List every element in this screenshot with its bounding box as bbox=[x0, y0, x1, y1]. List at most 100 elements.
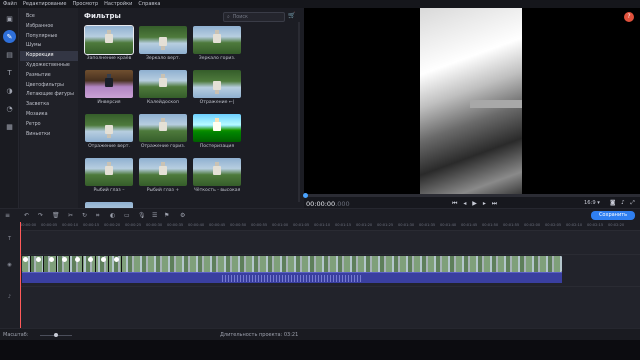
filter-label: Отражение верт. bbox=[88, 144, 130, 149]
filter-label: Чёткость - высокая bbox=[193, 188, 241, 193]
ruler-tick: 00:01:00 bbox=[272, 223, 289, 227]
menu-help[interactable]: Справка bbox=[135, 1, 163, 7]
zoom-label: Масштаб: bbox=[3, 332, 29, 338]
title-track[interactable] bbox=[20, 230, 640, 254]
ruler-tick: 00:00:40 bbox=[188, 223, 205, 227]
timeline-ruler[interactable]: 00:00:00 00:00:05 00:00:10 00:00:15 00:0… bbox=[20, 222, 640, 230]
title-track-icon[interactable]: T bbox=[0, 236, 19, 242]
audio-track[interactable] bbox=[20, 286, 640, 328]
fullscreen-icon[interactable]: ⤢ bbox=[630, 200, 636, 206]
cart-icon[interactable]: 🛒 bbox=[288, 12, 295, 19]
audio-icon[interactable]: 🎙 bbox=[138, 212, 146, 219]
filter-label: Постеризация bbox=[199, 144, 235, 149]
clip-segment[interactable] bbox=[35, 256, 44, 272]
skip-forward-icon[interactable]: ⏭ bbox=[492, 200, 499, 207]
skip-back-icon[interactable]: ⏮ bbox=[452, 200, 459, 207]
crop-icon[interactable]: ⌗ bbox=[96, 212, 99, 220]
filter-tile[interactable]: Рыбий глаз – bbox=[85, 158, 133, 196]
titles-icon[interactable]: T bbox=[3, 66, 16, 79]
seek-bar[interactable] bbox=[303, 193, 640, 198]
category-light-leaks[interactable]: Засветка bbox=[20, 100, 78, 110]
audio-track-icon[interactable]: ♪ bbox=[0, 294, 19, 300]
search-input[interactable]: ⌕ Поиск bbox=[223, 12, 285, 22]
filter-tile[interactable]: Зеркало верт. bbox=[139, 26, 187, 64]
category-vignettes[interactable]: Виньетки bbox=[20, 130, 78, 140]
menu-file[interactable]: Файл bbox=[0, 1, 20, 7]
transitions-icon[interactable]: ◑ bbox=[3, 84, 16, 97]
volume-icon[interactable]: ♪ bbox=[621, 200, 627, 206]
zoom-slider-handle[interactable] bbox=[54, 333, 58, 337]
save-button[interactable]: Сохранить bbox=[591, 211, 635, 220]
menu-edit[interactable]: Редактирование bbox=[20, 1, 70, 7]
category-favorites[interactable]: Избранное bbox=[20, 22, 78, 32]
clip-segment[interactable] bbox=[61, 256, 70, 272]
more-icon[interactable]: ▦ bbox=[3, 120, 16, 133]
clip-segment[interactable] bbox=[113, 256, 122, 272]
effects-icon[interactable]: ▤ bbox=[3, 48, 16, 61]
menu-settings[interactable]: Настройки bbox=[101, 1, 135, 7]
filter-thumbnail bbox=[85, 70, 133, 98]
image-icon[interactable]: ▭ bbox=[124, 212, 130, 219]
import-icon[interactable]: ▣ bbox=[3, 12, 16, 25]
category-mosaic[interactable]: Мозаика bbox=[20, 110, 78, 120]
clip-segment[interactable] bbox=[48, 256, 57, 272]
delete-icon[interactable]: 🗑 bbox=[52, 212, 60, 219]
filters-title: Фильтры bbox=[84, 12, 121, 20]
audio-clip[interactable] bbox=[22, 272, 562, 283]
marker-icon[interactable]: ⚑ bbox=[164, 212, 169, 219]
filter-tile[interactable]: Отражение ←| bbox=[193, 70, 241, 108]
category-noise[interactable]: Шумы bbox=[20, 41, 78, 51]
filter-tile[interactable]: Чёткость - высокая bbox=[193, 158, 241, 196]
menu-view[interactable]: Просмотр bbox=[69, 1, 101, 7]
clip-segment[interactable] bbox=[87, 256, 96, 272]
ruler-tick: 00:01:25 bbox=[377, 223, 394, 227]
filter-tile[interactable]: Калейдоскоп bbox=[139, 70, 187, 108]
snapshot-icon[interactable]: ◙ bbox=[610, 200, 617, 206]
filter-thumbnail bbox=[139, 114, 187, 142]
color-icon[interactable]: ◐ bbox=[110, 212, 115, 219]
category-blur[interactable]: Размытие bbox=[20, 71, 78, 81]
cut-icon[interactable]: ✂ bbox=[68, 212, 73, 219]
audio-waveform bbox=[222, 275, 362, 282]
aspect-ratio-select[interactable]: 16:9 ▾ bbox=[584, 200, 600, 206]
filter-tile[interactable]: Рыбий глаз + bbox=[139, 158, 187, 196]
tracks-icon[interactable]: ≡ bbox=[5, 212, 10, 219]
video-track-icon[interactable]: ◉ bbox=[0, 262, 19, 268]
category-color-filters[interactable]: Цветофильтры bbox=[20, 81, 78, 91]
category-artistic[interactable]: Художественные bbox=[20, 61, 78, 71]
ruler-tick: 00:01:30 bbox=[398, 223, 415, 227]
filter-thumbnail bbox=[193, 26, 241, 54]
category-all[interactable]: Все bbox=[20, 12, 78, 22]
play-icon[interactable]: ▶ bbox=[472, 200, 479, 207]
filter-tile[interactable]: Заполнение краёв bbox=[84, 25, 134, 64]
clip-segment[interactable] bbox=[22, 256, 31, 272]
filters-icon[interactable]: ✎ bbox=[3, 30, 16, 43]
preview-frame bbox=[420, 8, 522, 194]
filter-tile[interactable]: Постеризация bbox=[193, 114, 241, 152]
list-icon[interactable]: ☰ bbox=[152, 212, 157, 219]
video-preview[interactable]: ? bbox=[304, 8, 640, 196]
category-correction[interactable]: Коррекция bbox=[20, 51, 78, 61]
rotate-icon[interactable]: ↻ bbox=[82, 212, 87, 219]
filter-tile[interactable]: Отражение гориз. bbox=[139, 114, 187, 152]
filter-tile[interactable]: Инверсия bbox=[85, 70, 133, 108]
clip-segment[interactable] bbox=[74, 256, 83, 272]
filter-label: Инверсия bbox=[97, 100, 121, 105]
undo-icon[interactable]: ↶ bbox=[24, 212, 29, 219]
seek-handle[interactable] bbox=[303, 193, 308, 198]
clip-segment[interactable] bbox=[100, 256, 109, 272]
category-flying-shapes[interactable]: Летающие фигуры bbox=[20, 90, 78, 100]
stickers-icon[interactable]: ◔ bbox=[3, 102, 16, 115]
help-icon[interactable]: ? bbox=[624, 12, 634, 22]
settings-icon[interactable]: ⚙ bbox=[180, 212, 185, 219]
category-list: Все Избранное Популярные Шумы Коррекция … bbox=[20, 8, 78, 208]
category-popular[interactable]: Популярные bbox=[20, 32, 78, 42]
filter-tile[interactable]: Отражение верт. bbox=[85, 114, 133, 152]
filter-tile[interactable]: Зеркало гориз. bbox=[193, 26, 241, 64]
step-back-icon[interactable]: ◂ bbox=[463, 200, 468, 207]
filters-scrollbar[interactable] bbox=[298, 22, 300, 202]
step-forward-icon[interactable]: ▸ bbox=[483, 200, 488, 207]
playhead[interactable] bbox=[20, 222, 21, 330]
redo-icon[interactable]: ↷ bbox=[38, 212, 43, 219]
category-retro[interactable]: Ретро bbox=[20, 120, 78, 130]
